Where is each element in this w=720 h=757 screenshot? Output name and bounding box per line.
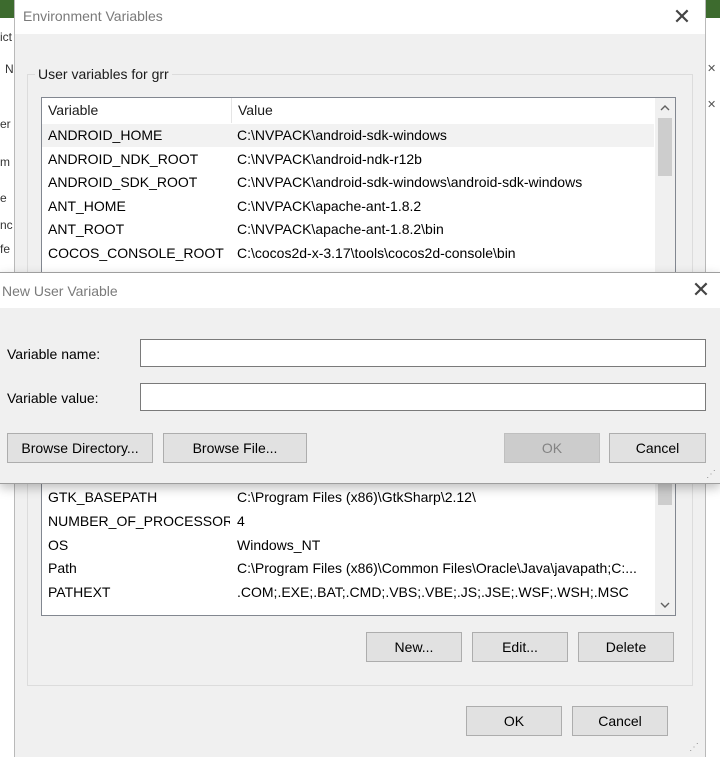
close-icon[interactable]: ✕ bbox=[678, 275, 720, 305]
variable-value: C:\cocos2d-x-3.17\tools\cocos2d-console\… bbox=[237, 245, 516, 261]
variable-value: Windows_NT bbox=[237, 537, 321, 553]
variable-value: C:\NVPACK\android-ndk-r12b bbox=[237, 151, 422, 167]
variable-value: 4 bbox=[237, 513, 245, 529]
table-row[interactable]: NUMBER_OF_PROCESSORS 4 bbox=[42, 510, 654, 533]
new-user-variable-dialog: New User Variable ✕ Variable name: Varia… bbox=[0, 272, 720, 484]
variable-name: PATHEXT bbox=[48, 584, 111, 600]
browse-directory-button[interactable]: Browse Directory... bbox=[7, 433, 153, 463]
ok-button[interactable]: OK bbox=[504, 433, 600, 463]
background-text: m bbox=[0, 155, 10, 169]
variable-value: C:\NVPACK\android-sdk-windows\android-sd… bbox=[237, 174, 583, 190]
background-text: ict bbox=[0, 30, 12, 44]
variable-value: .COM;.EXE;.BAT;.CMD;.VBS;.VBE;.JS;.JSE;.… bbox=[237, 584, 629, 600]
table-row[interactable]: ANDROID_NDK_ROOT C:\NVPACK\android-ndk-r… bbox=[42, 148, 654, 171]
variable-name: Path bbox=[48, 560, 77, 576]
variable-value: C:\NVPACK\apache-ant-1.8.2 bbox=[237, 198, 422, 214]
column-header-variable[interactable]: Variable bbox=[42, 98, 232, 123]
table-row[interactable]: PATHEXT .COM;.EXE;.BAT;.CMD;.VBS;.VBE;.J… bbox=[42, 581, 654, 604]
window-titlebar: Environment Variables ✕ bbox=[15, 0, 705, 34]
scrollbar-thumb[interactable] bbox=[658, 118, 672, 176]
variable-name: ANT_ROOT bbox=[48, 221, 125, 237]
dialog-titlebar: New User Variable ✕ bbox=[0, 273, 720, 308]
background-green-strip bbox=[704, 0, 720, 18]
variable-name: COCOS_CONSOLE_ROOT bbox=[48, 245, 224, 261]
background-green-strip bbox=[0, 0, 14, 18]
background-text: e bbox=[0, 191, 7, 205]
variable-value: C:\NVPACK\apache-ant-1.8.2\bin bbox=[237, 221, 444, 237]
variable-name: ANDROID_NDK_ROOT bbox=[48, 151, 199, 167]
table-row[interactable]: ANDROID_SDK_ROOT C:\NVPACK\android-sdk-w… bbox=[42, 171, 654, 194]
variable-value-input[interactable] bbox=[140, 383, 706, 411]
close-icon[interactable]: ✕ bbox=[659, 2, 705, 32]
edit-button[interactable]: Edit... bbox=[472, 632, 568, 662]
new-button[interactable]: New... bbox=[366, 632, 462, 662]
column-header-value[interactable]: Value bbox=[232, 98, 652, 123]
variable-name: ANDROID_HOME bbox=[48, 127, 163, 143]
table-row[interactable]: OS Windows_NT bbox=[42, 534, 654, 557]
list-header: Variable Value bbox=[42, 98, 654, 123]
variable-value: C:\Program Files (x86)\Common Files\Orac… bbox=[237, 560, 637, 576]
table-row[interactable]: GTK_BASEPATH C:\Program Files (x86)\GtkS… bbox=[42, 486, 654, 509]
variable-name: NUMBER_OF_PROCESSORS bbox=[48, 513, 230, 529]
variable-name-input[interactable] bbox=[140, 339, 706, 367]
close-icon: ✕ bbox=[707, 63, 717, 75]
delete-button[interactable]: Delete bbox=[578, 632, 674, 662]
resize-grip-icon[interactable]: ⋰ bbox=[706, 469, 718, 481]
ok-button[interactable]: OK bbox=[466, 706, 562, 736]
variable-name: OS bbox=[48, 537, 69, 553]
variable-name: ANT_HOME bbox=[48, 198, 126, 214]
variable-name: ANDROID_SDK_ROOT bbox=[48, 174, 198, 190]
background-text: N bbox=[5, 62, 14, 76]
variable-value-label: Variable value: bbox=[7, 390, 99, 406]
background-text: nc bbox=[0, 218, 13, 232]
table-row[interactable]: ANDROID_HOME C:\NVPACK\android-sdk-windo… bbox=[42, 124, 654, 147]
variable-name: GTK_BASEPATH bbox=[48, 489, 158, 505]
window-title: Environment Variables bbox=[23, 8, 163, 24]
background-text: fe bbox=[0, 242, 11, 256]
variable-name-label: Variable name: bbox=[7, 346, 101, 362]
chevron-up-icon[interactable] bbox=[655, 98, 675, 118]
table-row[interactable]: COCOS_CONSOLE_ROOT C:\cocos2d-x-3.17\too… bbox=[42, 242, 654, 265]
background-text: er bbox=[0, 117, 11, 131]
table-row[interactable]: Path C:\Program Files (x86)\Common Files… bbox=[42, 557, 654, 580]
chevron-down-icon[interactable] bbox=[655, 595, 675, 615]
close-icon: ✕ bbox=[707, 99, 717, 111]
dialog-title: New User Variable bbox=[2, 283, 118, 299]
table-row[interactable]: ANT_HOME C:\NVPACK\apache-ant-1.8.2 bbox=[42, 195, 654, 218]
cancel-button[interactable]: Cancel bbox=[609, 433, 706, 463]
browse-file-button[interactable]: Browse File... bbox=[163, 433, 307, 463]
resize-grip-icon[interactable]: ⋰ bbox=[689, 742, 701, 754]
scrollbar-thumb[interactable] bbox=[658, 483, 672, 505]
variable-value: C:\Program Files (x86)\GtkSharp\2.12\ bbox=[237, 489, 476, 505]
variable-value: C:\NVPACK\android-sdk-windows bbox=[237, 127, 447, 143]
group-label: User variables for grr bbox=[35, 66, 172, 82]
table-row[interactable]: ANT_ROOT C:\NVPACK\apache-ant-1.8.2\bin bbox=[42, 218, 654, 241]
cancel-button[interactable]: Cancel bbox=[572, 706, 668, 736]
